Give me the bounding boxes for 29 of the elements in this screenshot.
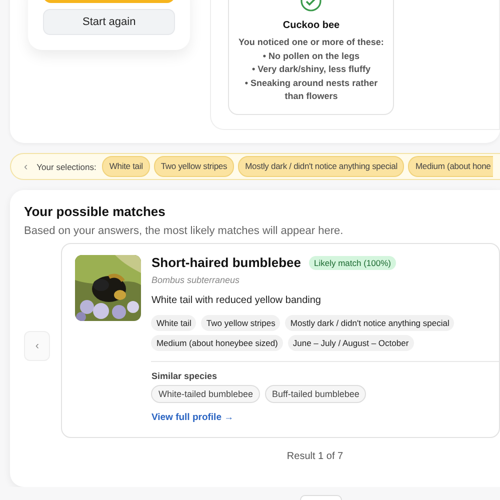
selection-chip[interactable]: Medium (about hone <box>408 156 493 177</box>
card-title: Cuckoo bee <box>282 20 341 31</box>
trait-tag: June – July / August – October <box>288 335 414 351</box>
species-name: Short-haired bumblebee <box>151 255 301 270</box>
trait-tag: White tail <box>151 315 196 331</box>
similar-species-chip[interactable]: Buff-tailed bumblebee <box>265 385 366 403</box>
subtitle: Based on your answers, the most likely matches will appear here. <box>24 225 344 237</box>
similar-label: Similar species <box>151 371 218 381</box>
section-title: Your possible matches <box>24 204 166 219</box>
similar-species-chip[interactable]: White-tailed bumblebee <box>151 385 260 403</box>
card-intro: You noticed one or more of these: <box>238 36 385 49</box>
selections-label: Your selections: <box>36 162 96 172</box>
selection-chip[interactable]: White tail <box>102 156 150 177</box>
previous-button[interactable]: ‹ <box>24 331 50 361</box>
scroll-left-button[interactable]: ‹ <box>24 160 28 172</box>
match-badge: Likely match (100%) <box>308 256 396 270</box>
result-counter: Result 1 of 7 <box>286 451 344 462</box>
trait-tag: Mostly dark / didn't notice anything special <box>285 315 454 331</box>
species-description: White tail with reduced yellow banding <box>151 295 322 306</box>
bullet-point: • Very dark/shiny, less fluffy <box>250 63 372 76</box>
selection-chip[interactable]: Mostly dark / didn't notice anything special <box>238 156 404 177</box>
profile-link[interactable]: View full profile → <box>151 412 234 423</box>
trait-tag: Medium (about honeybee sized) <box>151 335 283 351</box>
bullet-point: • Sneaking around nests rather than flowers <box>244 76 379 103</box>
trait-tag: Two yellow stripes <box>201 315 280 331</box>
selection-chip[interactable]: Two yellow stripes <box>154 156 234 177</box>
bullet-point: • No pollen on the legs <box>262 50 361 63</box>
start-again-button[interactable]: Start again <box>43 9 176 35</box>
latin-name: Bombus subterraneus <box>151 275 241 285</box>
